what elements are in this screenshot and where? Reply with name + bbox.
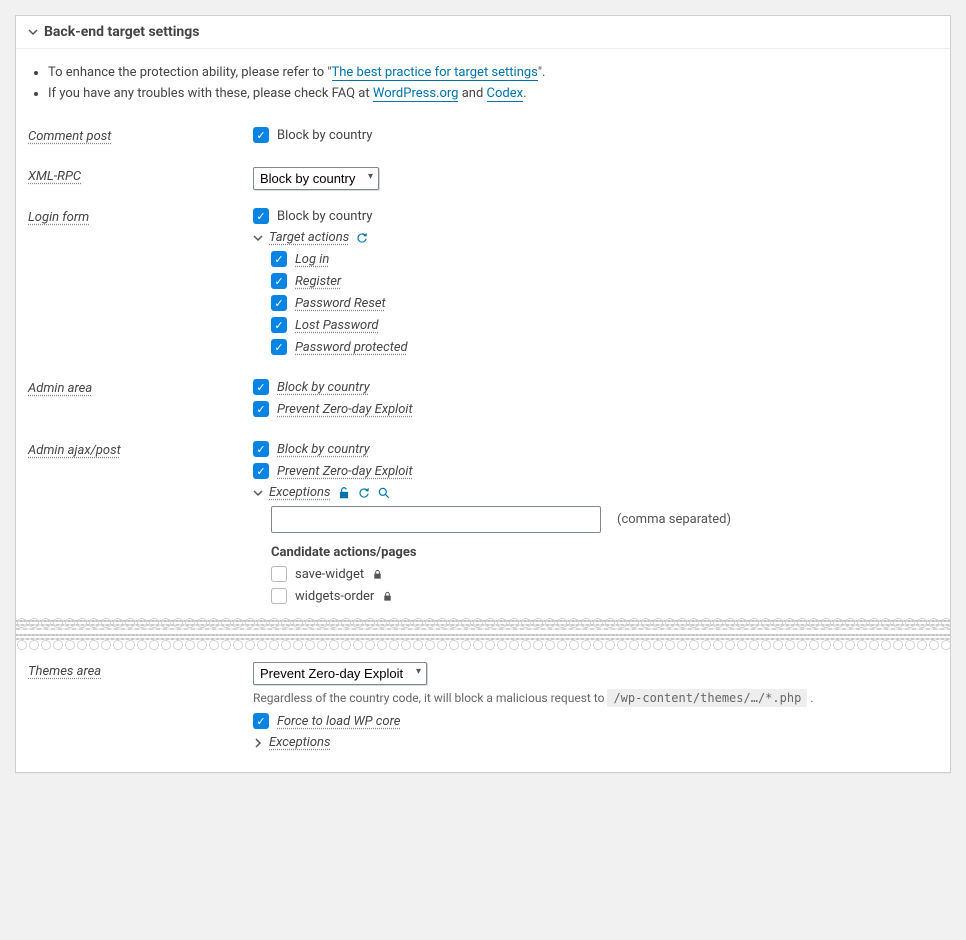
checkbox-label: Lost Password [295, 318, 379, 333]
code-path: /wp-content/themes/…/*.php [607, 689, 807, 707]
checkbox-label: Password Reset [295, 296, 386, 311]
row-xml-rpc: XML-RPC Block by country [28, 149, 938, 190]
search-icon[interactable] [377, 486, 391, 500]
themes-description: Regardless of the country code, it will … [253, 691, 938, 705]
label-admin-area: Admin area [28, 379, 253, 396]
checkbox-label: Log in [295, 252, 329, 267]
link-best-practice[interactable]: The best practice for target settings [332, 65, 538, 81]
panel-body: To enhance the protection ability, pleas… [16, 49, 950, 772]
row-themes-area: Themes area Prevent Zero-day Exploit Reg… [28, 658, 938, 756]
torn-divider [16, 620, 950, 648]
checkbox-block-by-country[interactable]: ✓ [253, 441, 269, 457]
sub-label: Exceptions [269, 485, 331, 500]
sub-label: Target actions [269, 230, 349, 245]
refresh-icon[interactable] [357, 486, 371, 500]
row-comment-post: Comment post ✓ Block by country [28, 109, 938, 149]
label-comment-post: Comment post [28, 127, 253, 144]
checkbox-candidate[interactable] [271, 588, 287, 604]
panel-header[interactable]: Back-end target settings [16, 16, 950, 49]
tip-item: To enhance the protection ability, pleas… [48, 65, 938, 80]
checkbox-label: Password protected [295, 340, 408, 355]
tips-list: To enhance the protection ability, pleas… [28, 65, 938, 101]
checkbox-login[interactable]: ✓ [271, 251, 287, 267]
candidate-label: save-widget [295, 567, 364, 582]
checkbox-prevent-zeroday[interactable]: ✓ [253, 463, 269, 479]
chevron-down-icon [253, 233, 263, 243]
unlock-icon[interactable] [337, 486, 351, 500]
toggle-exceptions[interactable]: Exceptions [253, 485, 938, 500]
checkbox-block-by-country[interactable]: ✓ [253, 208, 269, 224]
checkbox-label: Block by country [277, 128, 372, 143]
checkbox-label: Register [295, 274, 341, 289]
link-codex[interactable]: Codex [487, 86, 524, 102]
toggle-exceptions-themes[interactable]: Exceptions [253, 735, 938, 750]
checkbox-block-by-country[interactable]: ✓ [253, 127, 269, 143]
checkbox-password-protected[interactable]: ✓ [271, 339, 287, 355]
checkbox-candidate[interactable] [271, 566, 287, 582]
chevron-right-icon [253, 738, 263, 748]
lock-icon [372, 569, 383, 580]
checkbox-label: Block by country [277, 380, 370, 395]
lock-icon [382, 591, 393, 602]
label-themes-area: Themes area [28, 662, 253, 679]
exceptions-input[interactable] [271, 506, 601, 533]
panel-title: Back-end target settings [44, 24, 199, 40]
label-xml-rpc: XML-RPC [28, 167, 253, 184]
candidate-header: Candidate actions/pages [271, 545, 938, 560]
checkbox-register[interactable]: ✓ [271, 273, 287, 289]
row-login-form: Login form ✓ Block by country Target act… [28, 190, 938, 361]
note-comma-separated: (comma separated) [617, 512, 731, 527]
label-admin-ajax: Admin ajax/post [28, 441, 253, 458]
checkbox-force-wp-core[interactable]: ✓ [253, 713, 269, 729]
checkbox-label: Block by country [277, 442, 370, 457]
checkbox-label: Prevent Zero-day Exploit [277, 464, 413, 479]
refresh-icon[interactable] [355, 231, 369, 245]
checkbox-prevent-zeroday[interactable]: ✓ [253, 401, 269, 417]
link-wordpress-org[interactable]: WordPress.org [373, 86, 459, 102]
settings-panel: Back-end target settings To enhance the … [15, 15, 951, 773]
select-xml-rpc[interactable]: Block by country [253, 167, 379, 190]
sub-label: Exceptions [269, 735, 331, 750]
tip-item: If you have any troubles with these, ple… [48, 86, 938, 101]
checkbox-block-by-country[interactable]: ✓ [253, 379, 269, 395]
chevron-down-icon [28, 27, 38, 37]
label-login-form: Login form [28, 208, 253, 225]
checkbox-lost-password[interactable]: ✓ [271, 317, 287, 333]
checkbox-label: Block by country [277, 209, 372, 224]
row-admin-area: Admin area ✓ Block by country ✓ Prevent … [28, 361, 938, 423]
checkbox-password-reset[interactable]: ✓ [271, 295, 287, 311]
checkbox-label: Force to load WP core [277, 714, 400, 729]
select-themes-area[interactable]: Prevent Zero-day Exploit [253, 662, 427, 685]
chevron-down-icon [253, 488, 263, 498]
checkbox-label: Prevent Zero-day Exploit [277, 402, 413, 417]
row-admin-ajax: Admin ajax/post ✓ Block by country ✓ Pre… [28, 423, 938, 610]
candidate-label: widgets-order [295, 589, 374, 604]
toggle-target-actions[interactable]: Target actions [253, 230, 938, 245]
